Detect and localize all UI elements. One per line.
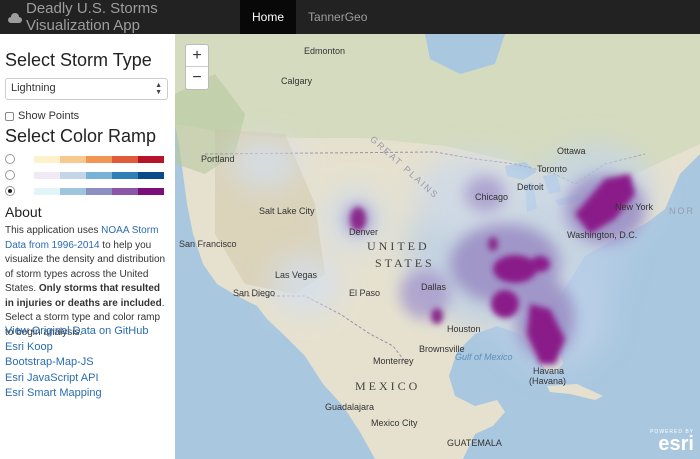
esri-smart-mapping-link[interactable]: Esri Smart Mapping: [5, 386, 148, 402]
color-swatch: [34, 171, 60, 179]
app-brand[interactable]: Deadly U.S. Storms Visualization App: [0, 0, 240, 34]
storm-type-select[interactable]: Lightning ▲ ▼: [5, 78, 168, 100]
zoom-out-button[interactable]: −: [186, 67, 208, 89]
label-las-vegas: Las Vegas: [275, 270, 318, 280]
color-swatch: [60, 155, 86, 163]
label-houston: Houston: [447, 324, 481, 334]
esri-js-api-link[interactable]: Esri JavaScript API: [5, 371, 148, 387]
color-swatch: [86, 155, 112, 163]
label-calgary: Calgary: [281, 76, 313, 86]
label-dallas: Dallas: [421, 282, 447, 292]
show-points-checkbox[interactable]: [5, 111, 14, 121]
color-ramp-option[interactable]: [5, 152, 170, 166]
label-ottawa: Ottawa: [557, 146, 586, 156]
color-ramp-radio[interactable]: [5, 170, 15, 180]
sidebar: Select Storm Type Lightning ▲ ▼ Show Poin…: [0, 34, 175, 459]
about-text-part: This application uses: [5, 225, 102, 236]
label-edmonton: Edmonton: [304, 46, 346, 56]
show-points-label: Show Points: [18, 110, 80, 122]
esri-koop-link[interactable]: Esri Koop: [5, 340, 148, 356]
color-swatch: [60, 171, 86, 179]
github-link[interactable]: View Original Data on GitHub: [5, 324, 148, 340]
color-swatch: [112, 155, 138, 163]
color-swatch: [86, 187, 112, 195]
label-salt-lake-city: Salt Lake City: [259, 206, 315, 216]
label-denver: Denver: [349, 227, 379, 237]
about-heading: About: [5, 204, 42, 220]
about-text: This application uses NOAA Storm Data fr…: [5, 224, 170, 340]
label-gulf-of-mexico: Gulf of Mexico: [455, 352, 513, 362]
label-san-francisco: San Francisco: [179, 239, 237, 249]
bootstrap-map-js-link[interactable]: Bootstrap-Map-JS: [5, 355, 148, 371]
color-ramp-option[interactable]: [5, 168, 170, 182]
color-ramp-heading: Select Color Ramp: [5, 126, 157, 146]
select-arrows-icon: ▲ ▼: [155, 82, 162, 96]
label-mexico-city: Mexico City: [371, 418, 418, 428]
color-swatch: [34, 187, 60, 195]
navbar: Deadly U.S. Storms Visualization App Hom…: [0, 0, 700, 34]
esri-logo-text: esri: [658, 433, 694, 455]
color-swatch: [112, 187, 138, 195]
color-ramp-options: [5, 152, 170, 200]
color-swatch: [60, 187, 86, 195]
label-habana: (Havana): [529, 376, 567, 386]
label-chicago: Chicago: [475, 192, 509, 202]
label-north-atlantic: NOR: [669, 206, 695, 216]
color-swatch: [138, 187, 164, 195]
label-guatemala: GUATEMALA: [447, 438, 502, 448]
storm-type-heading: Select Storm Type: [5, 50, 152, 70]
color-ramp-radio[interactable]: [5, 154, 15, 164]
cloud-icon: [8, 13, 22, 23]
zoom-in-button[interactable]: +: [186, 45, 208, 67]
color-swatch: [86, 171, 112, 179]
zoom-control: + −: [185, 44, 209, 90]
label-detroit: Detroit: [517, 182, 544, 192]
nav-home[interactable]: Home: [240, 0, 297, 34]
label-san-diego: San Diego: [233, 288, 276, 298]
label-new-york: New York: [615, 202, 654, 212]
label-washington: Washington, D.C.: [567, 230, 638, 240]
color-ramp-option[interactable]: [5, 184, 170, 198]
storm-type-value: Lightning: [11, 82, 56, 94]
label-portland: Portland: [201, 154, 235, 164]
esri-logo[interactable]: POWERED BY esri: [650, 429, 694, 455]
show-points-toggle[interactable]: Show Points: [5, 110, 79, 122]
resource-links: View Original Data on GitHub Esri Koop B…: [5, 324, 148, 402]
nav-tannergeo[interactable]: TannerGeo: [296, 0, 379, 34]
label-havana: Havana: [533, 366, 565, 376]
label-states: STATES: [375, 256, 435, 270]
color-swatch: [138, 171, 164, 179]
color-swatch: [138, 155, 164, 163]
color-swatch: [112, 171, 138, 179]
color-swatch: [34, 155, 60, 163]
basemap: [175, 34, 700, 459]
label-guadalajara: Guadalajara: [325, 402, 375, 412]
label-monterrey: Monterrey: [373, 356, 414, 366]
label-mexico: MEXICO: [355, 379, 421, 393]
color-ramp-radio[interactable]: [5, 186, 15, 196]
label-toronto: Toronto: [537, 164, 568, 174]
label-united: UNITED: [367, 239, 430, 253]
app-title: Deadly U.S. Storms Visualization App: [25, 0, 158, 34]
label-el-paso: El Paso: [349, 288, 381, 298]
map-view[interactable]: Edmonton Calgary Portland Salt Lake City…: [175, 34, 700, 459]
